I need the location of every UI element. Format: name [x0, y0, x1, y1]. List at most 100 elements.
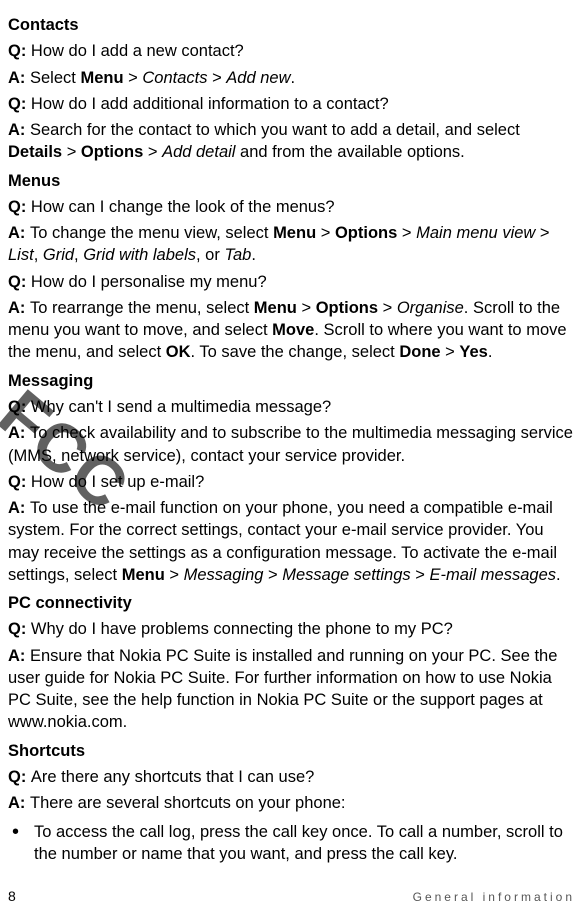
options: Options: [316, 299, 378, 317]
ok: OK: [166, 343, 191, 361]
end: .: [556, 566, 561, 584]
q-label: Q:: [8, 768, 31, 786]
organise: Organise: [397, 299, 464, 317]
q-label: Q:: [8, 273, 31, 291]
a-text: Ensure that Nokia PC Suite is installed …: [8, 647, 557, 732]
sep: >: [411, 566, 430, 584]
menu: Menu: [80, 69, 123, 87]
text: To change the menu view, select: [30, 224, 273, 242]
q-text: How do I personalise my menu?: [31, 273, 267, 291]
q-label: Q:: [8, 398, 31, 416]
sep: >: [207, 69, 226, 87]
bullet-dot-icon: •: [8, 821, 34, 866]
pc-q1: Q: Why do I have problems connecting the…: [8, 618, 575, 640]
text: To rearrange the menu, select: [30, 299, 254, 317]
heading-pc: PC connectivity: [8, 592, 575, 614]
a-label: A:: [8, 794, 30, 812]
sep: >: [316, 224, 335, 242]
list: List: [8, 246, 34, 264]
bullet-item: • To access the call log, press the call…: [8, 821, 575, 866]
menus-a1: A: To change the menu view, select Menu …: [8, 222, 575, 267]
page-number: 8: [8, 887, 16, 906]
a-text: To check availability and to subscribe t…: [8, 424, 573, 464]
q-text: How do I add additional information to a…: [31, 95, 389, 113]
sep: >: [397, 224, 416, 242]
sep: >: [297, 299, 316, 317]
a-text: There are several shortcuts on your phon…: [30, 794, 346, 812]
messaging-a2: A: To use the e-mail function on your ph…: [8, 497, 575, 586]
q-label: Q:: [8, 198, 31, 216]
q-text: How do I set up e-mail?: [31, 473, 204, 491]
menus-q2: Q: How do I personalise my menu?: [8, 271, 575, 293]
sep: >: [143, 143, 162, 161]
a-label: A:: [8, 121, 30, 139]
q-text: How can I change the look of the menus?: [31, 198, 335, 216]
page-footer: 8 General information: [8, 887, 575, 906]
q-text: Why do I have problems connecting the ph…: [31, 620, 453, 638]
tab: Tab: [224, 246, 251, 264]
end: .: [291, 69, 296, 87]
menu: Menu: [122, 566, 165, 584]
adddetail: Add detail: [162, 143, 235, 161]
text: . To save the change, select: [191, 343, 400, 361]
done: Done: [399, 343, 440, 361]
messaging-a1: A: To check availability and to subscrib…: [8, 422, 575, 467]
heading-messaging: Messaging: [8, 370, 575, 392]
heading-contacts: Contacts: [8, 14, 575, 36]
contacts-item: Contacts: [142, 69, 207, 87]
pc-a1: A: Ensure that Nokia PC Suite is install…: [8, 645, 575, 734]
q-text: How do I add a new contact?: [31, 42, 244, 60]
sep: >: [535, 224, 549, 242]
sep: >: [441, 343, 460, 361]
contacts-q2: Q: How do I add additional information t…: [8, 93, 575, 115]
shortcuts-q1: Q: Are there any shortcuts that I can us…: [8, 766, 575, 788]
messaging-item: Messaging: [184, 566, 264, 584]
end: .: [251, 246, 256, 264]
messagesettings: Message settings: [282, 566, 410, 584]
a-label: A:: [8, 299, 30, 317]
menu: Menu: [273, 224, 316, 242]
contacts-a2: A: Search for the contact to which you w…: [8, 119, 575, 164]
addnew-item: Add new: [226, 69, 290, 87]
q-text: Why can't I send a multimedia message?: [31, 398, 331, 416]
end: .: [488, 343, 493, 361]
gridwithlabels: Grid with labels: [83, 246, 196, 264]
footer-section-label: General information: [413, 889, 575, 905]
menu: Menu: [254, 299, 297, 317]
options: Options: [335, 224, 397, 242]
sep: >: [378, 299, 397, 317]
contacts-a1: A: Select Menu > Contacts > Add new.: [8, 67, 575, 89]
text: Search for the contact to which you want…: [30, 121, 520, 139]
q-label: Q:: [8, 95, 31, 113]
grid: Grid: [43, 246, 74, 264]
menus-a2: A: To rearrange the menu, select Menu > …: [8, 297, 575, 364]
messaging-q2: Q: How do I set up e-mail?: [8, 471, 575, 493]
menus-q1: Q: How can I change the look of the menu…: [8, 196, 575, 218]
yes: Yes: [459, 343, 487, 361]
messaging-q1: Q: Why can't I send a multimedia message…: [8, 396, 575, 418]
sep: >: [263, 566, 282, 584]
heading-menus: Menus: [8, 170, 575, 192]
options: Options: [81, 143, 143, 161]
bullet-text: To access the call log, press the call k…: [34, 821, 575, 866]
heading-shortcuts: Shortcuts: [8, 740, 575, 762]
a-label: A:: [8, 647, 30, 665]
comma: ,: [34, 246, 43, 264]
a-label: A:: [8, 499, 30, 517]
comma: , or: [196, 246, 224, 264]
sep: >: [165, 566, 184, 584]
sep: >: [124, 69, 143, 87]
q-label: Q:: [8, 473, 31, 491]
contacts-q1: Q: How do I add a new contact?: [8, 40, 575, 62]
emailmessages: E-mail messages: [429, 566, 556, 584]
q-label: Q:: [8, 620, 31, 638]
a-label: A:: [8, 69, 30, 87]
move: Move: [272, 321, 314, 339]
a-label: A:: [8, 224, 30, 242]
q-label: Q:: [8, 42, 31, 60]
details: Details: [8, 143, 62, 161]
shortcuts-a1: A: There are several shortcuts on your p…: [8, 792, 575, 814]
end: and from the available options.: [235, 143, 464, 161]
comma: ,: [74, 246, 83, 264]
mainmenuview: Main menu view: [416, 224, 535, 242]
